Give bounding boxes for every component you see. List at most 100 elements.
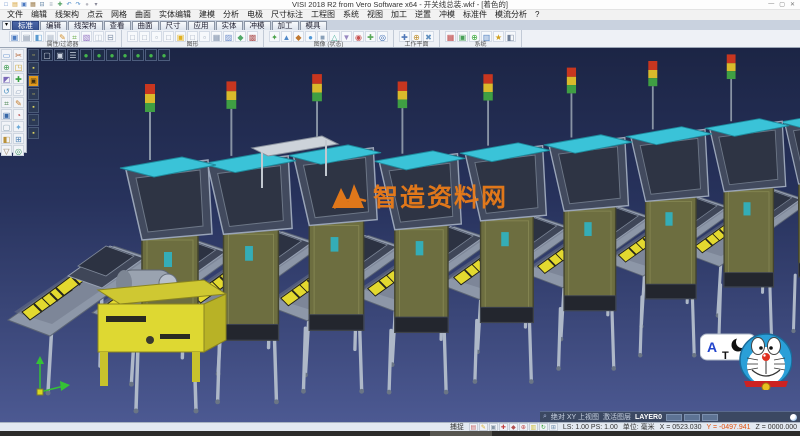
ribbon-icon-system-5[interactable]: ◧	[505, 31, 516, 42]
left-tool-icon-11[interactable]: ◔	[13, 109, 24, 120]
ribbon-icon-graphics-4[interactable]: ▣	[175, 31, 186, 42]
menu-item-5[interactable]: 曲面	[131, 10, 155, 20]
menu-item-1[interactable]: 编辑	[27, 10, 51, 20]
left-tool-icon-17[interactable]: ◎	[13, 145, 24, 156]
ribbon-icon-graphics-7[interactable]: ▦	[211, 31, 222, 42]
toolbar-tab-2[interactable]: 线架构	[68, 21, 103, 30]
qat-icon-5[interactable]: ≡	[47, 1, 55, 9]
qat-icon-1[interactable]: ▤	[11, 1, 19, 9]
toolbar-tab-3[interactable]: 查看	[104, 21, 131, 30]
view-button-3[interactable]: ●	[80, 49, 92, 61]
menu-item-8[interactable]: 分析	[219, 10, 243, 20]
left-tool-icon-16[interactable]: ▽	[1, 145, 12, 156]
view-button-7[interactable]: ●	[132, 49, 144, 61]
toolbar-tab-1[interactable]: 编辑	[40, 21, 67, 30]
ribbon-icon-prop-filter-7[interactable]: ◫	[93, 31, 104, 42]
menu-item-17[interactable]: 标准件	[459, 10, 491, 20]
menu-item-12[interactable]: 系统	[339, 10, 363, 20]
toolbar-tab-4[interactable]: 曲面	[132, 21, 159, 30]
toolbar-tab-7[interactable]: 实体	[216, 21, 243, 30]
ribbon-icon-image-state-5[interactable]: △	[329, 31, 340, 42]
status-icon-6[interactable]: ▥	[529, 423, 538, 431]
viewport-3d[interactable]: ▭✂⊕◳◩✚↺▱⌗✎▣◔▢✦◧⊞▽◎ ▫▪▣▫▪▫▪ ▢▣☰●●●●●●● 智造…	[0, 48, 800, 422]
toolbar-tab-5[interactable]: 尺寸	[160, 21, 187, 30]
ribbon-icon-image-state-6[interactable]: ▼	[341, 31, 352, 42]
qat-icon-4[interactable]: ⊟	[38, 1, 46, 9]
ime-toolbar[interactable]: A T	[700, 330, 792, 395]
ribbon-icon-image-state-0[interactable]: ✦	[269, 31, 280, 42]
menu-item-3[interactable]: 点云	[83, 10, 107, 20]
ribbon-icon-image-state-7[interactable]: ◉	[353, 31, 364, 42]
left-tool-icon-6[interactable]: ↺	[1, 85, 12, 96]
menu-item-14[interactable]: 加工	[387, 10, 411, 20]
toolbar-tab-8[interactable]: 冲模	[244, 21, 271, 30]
left-tool-icon-12[interactable]: ▢	[1, 121, 12, 132]
ribbon-icon-prop-filter-6[interactable]: ▧	[81, 31, 92, 42]
close-button[interactable]: ✕	[790, 1, 795, 8]
maximize-button[interactable]: ▢	[779, 1, 785, 8]
left-tool-icon-15[interactable]: ⊞	[13, 133, 24, 144]
toolbar-tab-9[interactable]: 加工	[272, 21, 299, 30]
left-tool-icon-8[interactable]: ⌗	[1, 97, 12, 108]
active-layer-name[interactable]: LAYER0	[635, 414, 662, 421]
command-button-1[interactable]	[684, 414, 700, 421]
search-icon[interactable]: ⌕	[543, 413, 547, 421]
ribbon-icon-system-1[interactable]: ▣	[457, 31, 468, 42]
toolbar-collapse-button[interactable]: ▾	[2, 21, 11, 30]
menu-item-19[interactable]: ?	[531, 10, 543, 20]
menu-item-0[interactable]: 文件	[3, 10, 27, 20]
left-tool-icon-2[interactable]: ⊕	[1, 61, 12, 72]
ribbon-icon-graphics-1[interactable]: □	[139, 31, 150, 42]
menu-item-7[interactable]: 建模	[195, 10, 219, 20]
status-icon-2[interactable]: ▣	[489, 423, 498, 431]
left-tool-icon-14[interactable]: ◧	[1, 133, 12, 144]
view-button-5[interactable]: ●	[106, 49, 118, 61]
status-icon-5[interactable]: ⊕	[519, 423, 528, 431]
menu-item-15[interactable]: 逆置	[411, 10, 435, 20]
left-tool-icon-4[interactable]: ◩	[1, 73, 12, 84]
status-icon-1[interactable]: ✎	[479, 423, 488, 431]
status-icon-7[interactable]: ↻	[539, 423, 548, 431]
side-strip-button-0[interactable]: ▫	[28, 49, 39, 61]
qat-icon-9[interactable]: ●	[83, 1, 91, 9]
qat-icon-0[interactable]: □	[2, 1, 10, 9]
left-tool-icon-9[interactable]: ✎	[13, 97, 24, 108]
left-tool-icon-13[interactable]: ✦	[13, 121, 24, 132]
ribbon-icon-workplane-0[interactable]: ✚	[399, 31, 410, 42]
ribbon-icon-graphics-9[interactable]: ◆	[235, 31, 246, 42]
side-strip-button-3[interactable]: ▫	[28, 88, 39, 100]
left-tool-icon-1[interactable]: ✂	[13, 49, 24, 60]
menu-item-9[interactable]: 电极	[243, 10, 267, 20]
qat-icon-6[interactable]: ✚	[56, 1, 64, 9]
menu-item-13[interactable]: 视图	[363, 10, 387, 20]
view-button-9[interactable]: ●	[158, 49, 170, 61]
view-button-8[interactable]: ●	[145, 49, 157, 61]
ribbon-icon-graphics-3[interactable]: □	[163, 31, 174, 42]
view-button-2[interactable]: ☰	[67, 49, 79, 61]
toolbar-tab-10[interactable]: 模具	[300, 21, 327, 30]
view-button-4[interactable]: ●	[93, 49, 105, 61]
command-button-2[interactable]	[702, 414, 718, 421]
ribbon-icon-system-0[interactable]: ▦	[445, 31, 456, 42]
menu-item-11[interactable]: 工程图	[307, 10, 339, 20]
side-strip-button-1[interactable]: ▪	[28, 62, 39, 74]
qat-icon-7[interactable]: ↶	[65, 1, 73, 9]
left-tool-icon-0[interactable]: ▭	[1, 49, 12, 60]
ribbon-icon-image-state-3[interactable]: ●	[305, 31, 316, 42]
ribbon-icon-image-state-9[interactable]: ◎	[377, 31, 388, 42]
ribbon-icon-system-3[interactable]: ▥	[481, 31, 492, 42]
status-icon-4[interactable]: ◆	[509, 423, 518, 431]
view-button-6[interactable]: ●	[119, 49, 131, 61]
ribbon-icon-workplane-1[interactable]: ⊕	[411, 31, 422, 42]
ribbon-icon-prop-filter-3[interactable]: ▦	[45, 31, 56, 42]
menu-item-4[interactable]: 网格	[107, 10, 131, 20]
ribbon-icon-image-state-8[interactable]: ✚	[365, 31, 376, 42]
left-tool-icon-5[interactable]: ✚	[13, 73, 24, 84]
qat-icon-2[interactable]: ▣	[20, 1, 28, 9]
ribbon-icon-graphics-2[interactable]: ▫	[151, 31, 162, 42]
ribbon-icon-graphics-6[interactable]: ▫	[199, 31, 210, 42]
ribbon-icon-image-state-1[interactable]: ▲	[281, 31, 292, 42]
ribbon-icon-prop-filter-1[interactable]: ▤	[21, 31, 32, 42]
toolbar-tab-6[interactable]: 应用	[188, 21, 215, 30]
ribbon-icon-system-2[interactable]: ⊕	[469, 31, 480, 42]
